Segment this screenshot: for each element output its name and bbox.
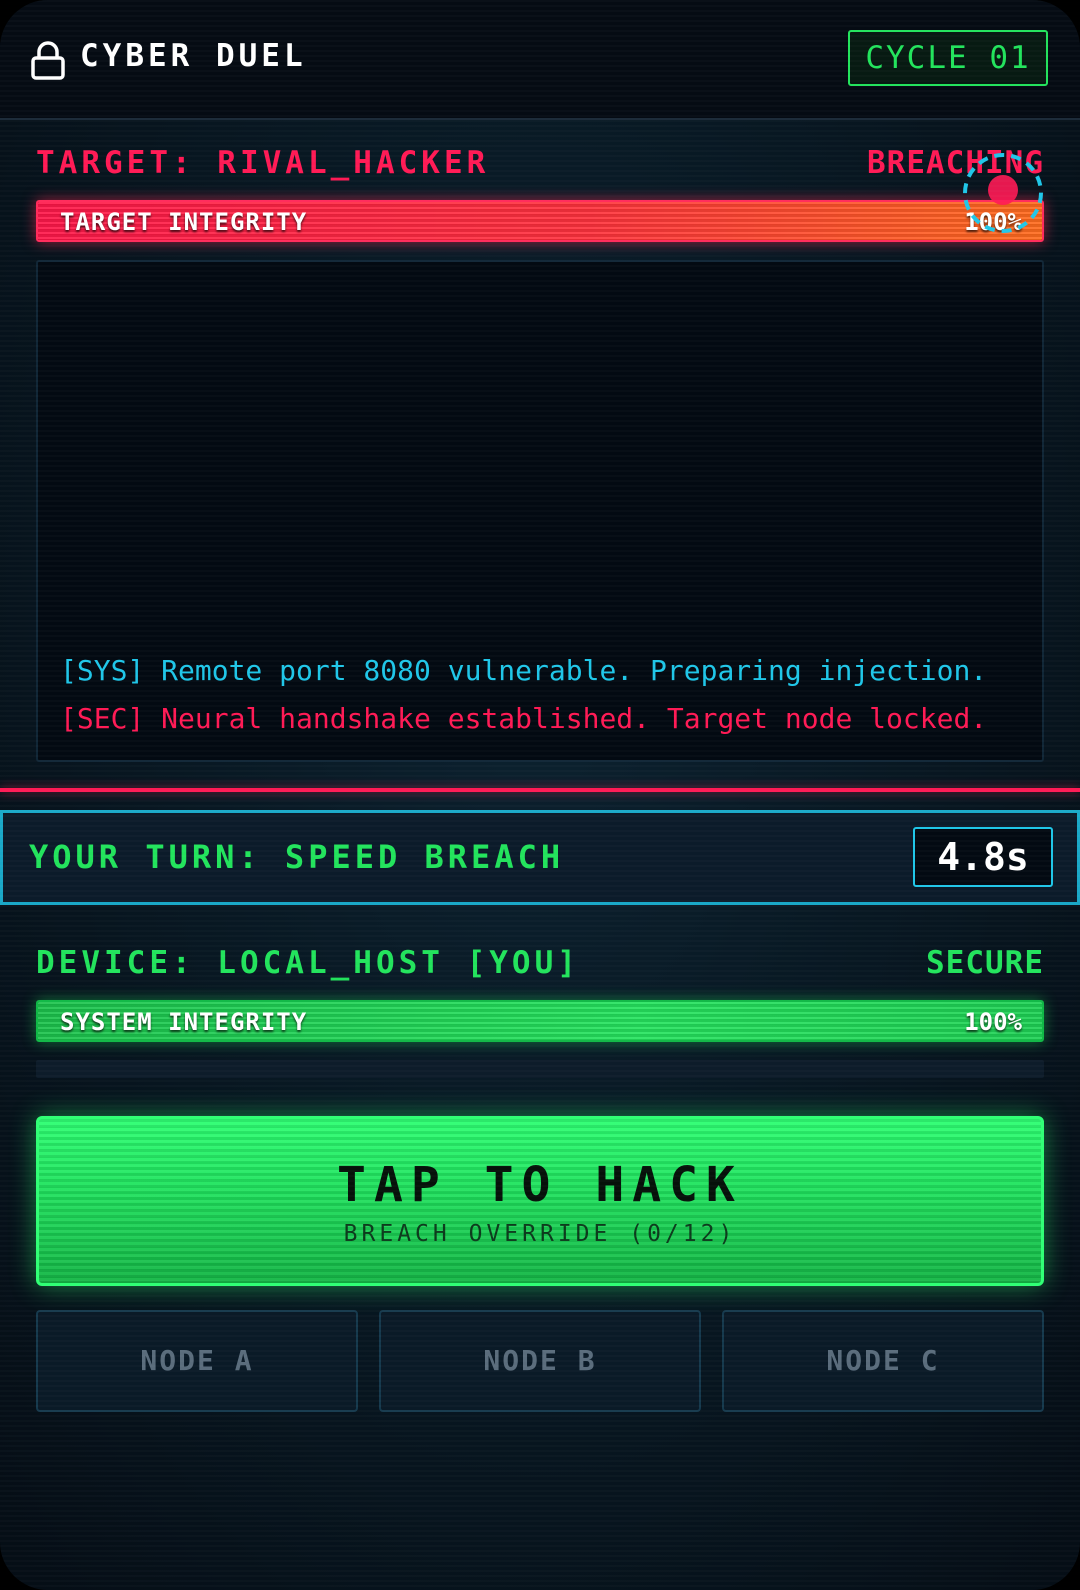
node-a-button[interactable]: NODE A bbox=[36, 1310, 358, 1412]
turn-banner: YOUR TURN: SPEED BREACH 4.8s bbox=[0, 810, 1080, 905]
breach-progress-track bbox=[36, 1060, 1044, 1078]
device-status: SECURE bbox=[926, 945, 1044, 981]
cycle-badge: CYCLE 01 bbox=[848, 30, 1048, 86]
target-header: TARGET: RIVAL_HACKER BREACHING bbox=[36, 145, 1044, 181]
app-header: CYBER DUEL CYCLE 01 bbox=[0, 0, 1080, 120]
device-header: DEVICE: LOCAL_HOST [YOU] SECURE bbox=[36, 945, 1044, 981]
turn-timer: 4.8s bbox=[913, 827, 1053, 887]
system-integrity-value: 100% bbox=[964, 1008, 1022, 1036]
breach-target-icon bbox=[963, 153, 1043, 233]
lock-icon bbox=[31, 41, 65, 80]
node-b-button[interactable]: NODE B bbox=[379, 1310, 701, 1412]
log-lines: [SYS] Remote port 8080 vulnerable. Prepa… bbox=[60, 642, 1010, 738]
arena-divider bbox=[0, 788, 1080, 792]
game-screen: CYBER DUEL CYCLE 01 TARGET: RIVAL_HACKER… bbox=[0, 0, 1080, 1590]
turn-text: YOUR TURN: SPEED BREACH bbox=[29, 838, 565, 876]
tap-to-hack-button[interactable]: TAP TO HACK BREACH OVERRIDE (0/12) bbox=[36, 1116, 1044, 1286]
hack-button-subtitle: BREACH OVERRIDE (0/12) bbox=[343, 1221, 737, 1247]
target-name: TARGET: RIVAL_HACKER bbox=[36, 145, 490, 181]
app-title: CYBER DUEL bbox=[80, 38, 307, 74]
system-integrity-bar: SYSTEM INTEGRITY 100% bbox=[36, 1000, 1044, 1042]
node-c-button[interactable]: NODE C bbox=[722, 1310, 1044, 1412]
target-integrity-label: TARGET INTEGRITY bbox=[60, 208, 308, 236]
log-line-sys: [SYS] Remote port 8080 vulnerable. Prepa… bbox=[60, 654, 988, 687]
log-panel: [SYS] Remote port 8080 vulnerable. Prepa… bbox=[36, 260, 1044, 762]
log-line-sec: [SEC] Neural handshake established. Targ… bbox=[60, 702, 988, 735]
device-name: DEVICE: LOCAL_HOST [YOU] bbox=[36, 945, 580, 981]
system-integrity-label: SYSTEM INTEGRITY bbox=[60, 1008, 308, 1036]
target-integrity-bar: TARGET INTEGRITY 100% bbox=[36, 200, 1044, 242]
hack-button-title: TAP TO HACK bbox=[337, 1157, 743, 1213]
